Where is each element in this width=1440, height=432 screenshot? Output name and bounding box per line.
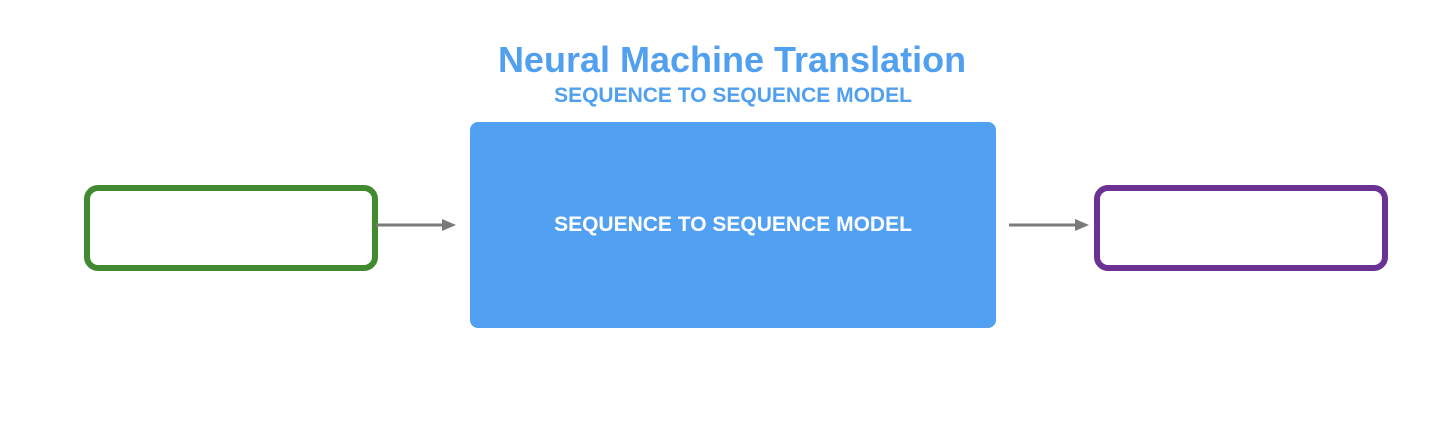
diagram-subtitle: SEQUENCE TO SEQUENCE MODEL — [554, 84, 912, 107]
model-label: SEQUENCE TO SEQUENCE MODEL — [554, 213, 912, 236]
seq2seq-model-box: SEQUENCE TO SEQUENCE MODEL — [470, 122, 996, 328]
input-sequence-box — [84, 185, 378, 271]
output-sequence-box — [1094, 185, 1388, 271]
output-arrow — [1009, 219, 1089, 231]
diagram-title: Neural Machine Translation — [497, 39, 967, 80]
input-arrow — [376, 219, 456, 231]
